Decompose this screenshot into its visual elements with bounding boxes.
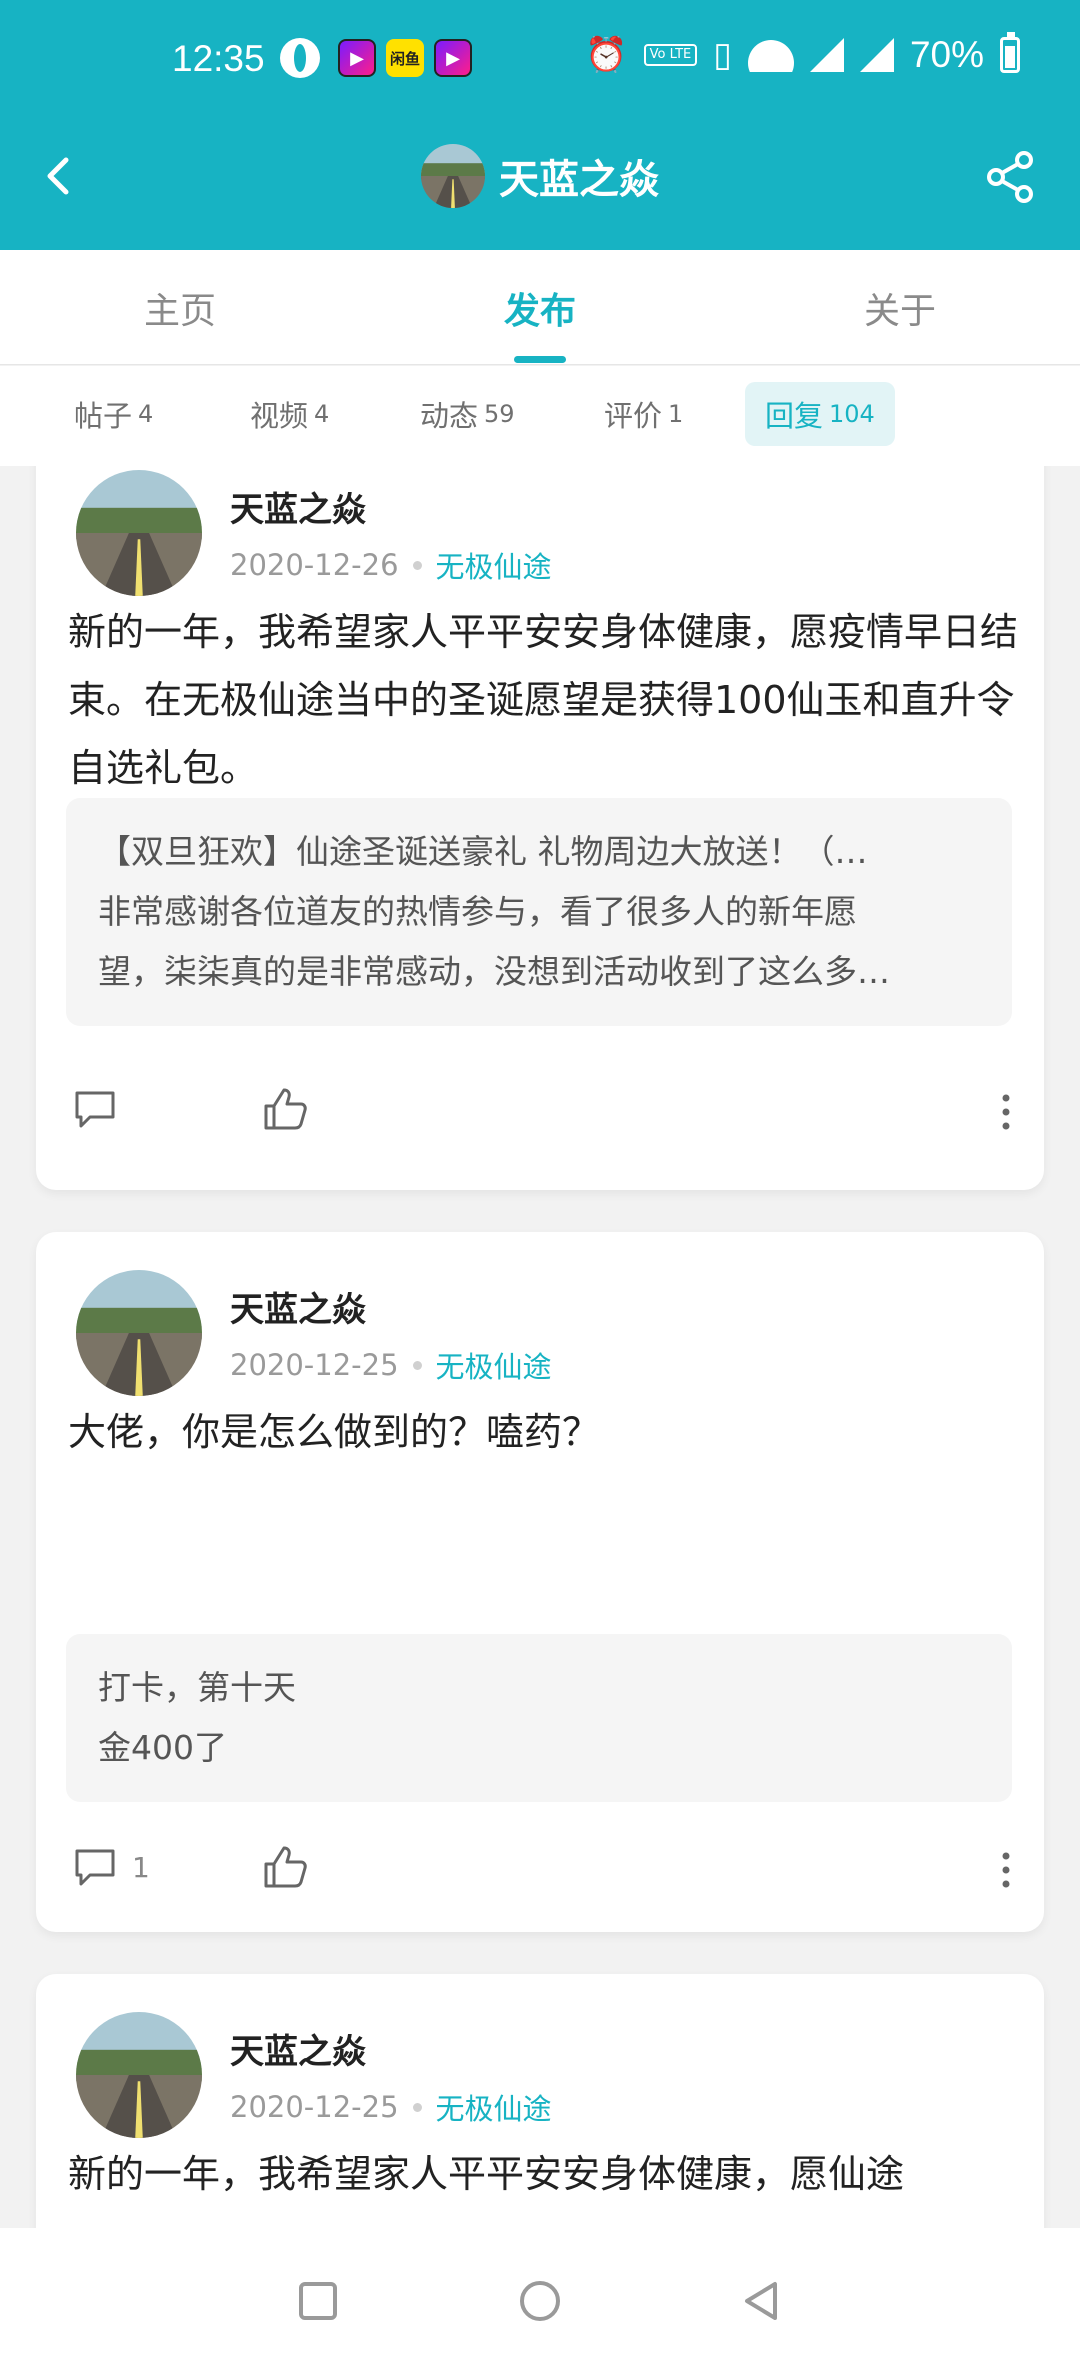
more-vertical-icon <box>1002 1852 1010 1888</box>
separator-dot <box>412 560 422 570</box>
post-date: 2020-12-25 <box>230 1348 399 1382</box>
more-vertical-icon <box>1002 1094 1010 1130</box>
avatar[interactable] <box>76 2012 202 2138</box>
tab-posts[interactable]: 发布 <box>440 282 640 334</box>
post-meta: 2020-12-26 无极仙途 <box>230 544 552 586</box>
filter-videos[interactable]: 视频 4 <box>230 382 349 446</box>
comment-icon <box>75 1849 115 1886</box>
quote-title: 【双旦狂欢】仙途圣诞送豪礼 礼物周边大放送！（… <box>98 832 868 871</box>
post-meta: 2020-12-25 无极仙途 <box>230 1344 552 1386</box>
system-navigation-bar <box>0 2228 1080 2376</box>
profile-title[interactable]: 天蓝之焱 <box>0 144 1080 208</box>
post-date: 2020-12-25 <box>230 2090 399 2124</box>
alarm-icon: ⏰ <box>585 35 628 75</box>
browser-notification-icon <box>280 38 320 78</box>
thumbs-up-icon <box>264 1846 307 1888</box>
forum-link[interactable]: 无极仙途 <box>436 2086 552 2128</box>
reply-card[interactable]: 天蓝之焱 2020-12-26 无极仙途 新的一年，我希望家人平平安安身体健康，… <box>36 466 1044 1190</box>
xianyu-notification-icon: 闲鱼 <box>386 39 424 77</box>
more-button[interactable] <box>1000 1850 1012 1894</box>
system-status-icons: ⏰ Vo LTE ▯ 70% <box>585 32 1020 76</box>
battery-percent: 70% <box>909 34 984 75</box>
filter-moments[interactable]: 动态 59 <box>400 382 535 446</box>
like-button[interactable] <box>262 1844 308 1894</box>
recents-button[interactable] <box>293 2276 343 2326</box>
reply-card[interactable]: 天蓝之焱 2020-12-25 无极仙途 大佬，你是怎么做到的？嗑药？ 打卡，第… <box>36 1232 1044 1932</box>
forum-link[interactable]: 无极仙途 <box>436 544 552 586</box>
app-header: 12:35 ▶ 闲鱼 ▶ ⏰ Vo LTE ▯ 70% 天蓝之焱 <box>0 0 1080 250</box>
tab-indicator <box>514 356 566 363</box>
signal-icon <box>809 38 844 72</box>
comment-count: 1 <box>132 1850 150 1884</box>
battery-icon <box>1000 32 1020 73</box>
author-name[interactable]: 天蓝之焱 <box>230 1282 366 1331</box>
forum-link[interactable]: 无极仙途 <box>436 1344 552 1386</box>
avatar[interactable] <box>76 470 202 596</box>
tab-about[interactable]: 关于 <box>800 282 1000 334</box>
post-actions: 1 <box>72 1844 1012 1904</box>
notification-icons: ▶ 闲鱼 ▶ <box>280 38 472 78</box>
avatar[interactable] <box>76 1270 202 1396</box>
content-filters: 帖子 4 视频 4 动态 59 评价 1 回复 104 <box>0 366 1080 466</box>
post-actions <box>72 1086 1012 1146</box>
signal-icon-2 <box>859 38 894 72</box>
comment-icon <box>75 1091 115 1128</box>
comment-button[interactable] <box>72 1086 118 1132</box>
filter-threads[interactable]: 帖子 4 <box>54 382 173 446</box>
avatar <box>421 144 485 208</box>
page-title: 天蓝之焱 <box>499 157 659 203</box>
vibrate-icon: ▯ <box>713 35 732 75</box>
quote-line: 望，柒柒真的是非常感动，没想到活动收到了这么多… <box>98 952 890 991</box>
status-time: 12:35 <box>172 38 265 79</box>
triangle-back-icon <box>745 2282 777 2320</box>
tab-home[interactable]: 主页 <box>80 282 280 334</box>
profile-tabs: 主页 发布 关于 <box>0 250 1080 365</box>
home-button[interactable] <box>515 2276 565 2326</box>
author-name[interactable]: 天蓝之焱 <box>230 482 366 531</box>
quoted-post[interactable]: 【双旦狂欢】仙途圣诞送豪礼 礼物周边大放送！（… 非常感谢各位道友的热情参与，看… <box>66 798 1012 1026</box>
share-icon <box>987 151 1033 203</box>
like-button[interactable] <box>262 1086 308 1136</box>
circle-icon <box>520 2281 560 2321</box>
comment-button[interactable]: 1 <box>72 1844 150 1890</box>
filter-reviews[interactable]: 评价 1 <box>584 382 703 446</box>
quote-line: 金400了 <box>98 1728 227 1767</box>
reply-card[interactable]: 天蓝之焱 2020-12-25 无极仙途 新的一年，我希望家人平平安安身体健康，… <box>36 1974 1044 2228</box>
reply-text: 新的一年，我希望家人平平安安身体健康，愿仙途 <box>68 2152 905 2196</box>
wifi-icon <box>748 38 794 72</box>
thumbs-up-icon <box>264 1088 307 1130</box>
video-app-notification-icon: ▶ <box>338 39 376 77</box>
post-date: 2020-12-26 <box>230 548 399 582</box>
volte-icon: Vo LTE <box>643 44 698 66</box>
more-button[interactable] <box>1000 1092 1012 1136</box>
reply-text: 新的一年，我希望家人平平安安身体健康，愿疫情早日结束。在无极仙途当中的圣诞愿望是… <box>68 610 1019 790</box>
title-bar: 天蓝之焱 <box>0 130 1080 222</box>
quote-line: 非常感谢各位道友的热情参与，看了很多人的新年愿 <box>98 892 857 931</box>
back-nav-button[interactable] <box>737 2276 787 2326</box>
separator-dot <box>412 2102 422 2112</box>
filter-replies[interactable]: 回复 104 <box>745 382 895 446</box>
status-bar: 12:35 ▶ 闲鱼 ▶ ⏰ Vo LTE ▯ 70% <box>0 0 1080 120</box>
share-button[interactable] <box>984 150 1038 204</box>
quoted-post[interactable]: 打卡，第十天 金400了 <box>66 1634 1012 1802</box>
reply-feed: 天蓝之焱 2020-12-26 无极仙途 新的一年，我希望家人平平安安身体健康，… <box>0 466 1080 2228</box>
author-name[interactable]: 天蓝之焱 <box>230 2024 366 2073</box>
video-app-notification-icon-2: ▶ <box>434 39 472 77</box>
quote-title: 打卡，第十天 <box>98 1668 296 1707</box>
post-meta: 2020-12-25 无极仙途 <box>230 2086 552 2128</box>
separator-dot <box>412 1360 422 1370</box>
square-icon <box>299 2282 337 2320</box>
reply-text: 大佬，你是怎么做到的？嗑药？ <box>68 1410 601 1454</box>
